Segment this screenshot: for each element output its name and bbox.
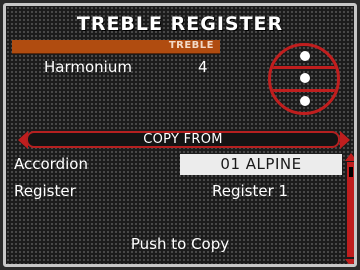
scroll-up-arrow-icon[interactable] [345,153,354,161]
reed-dot-icon [300,96,310,106]
symbol-divider-line [271,66,337,69]
current-register-name: Harmonium [44,58,132,76]
symbol-divider-line [271,89,337,92]
accordion-value-field[interactable]: 01 ALPINE [180,154,342,175]
page-title: TREBLE REGISTER [76,13,284,35]
reed-dot-icon [300,51,310,61]
scrollbar[interactable] [345,153,354,264]
accordion-label: Accordion [14,155,88,173]
reed-dot-icon [300,73,310,83]
scroll-thumb[interactable] [347,165,354,179]
copy-from-next-arrow-icon[interactable] [340,131,350,149]
push-to-copy-action[interactable]: Push to Copy [6,235,354,253]
section-tag-bar: TREBLE [12,40,220,54]
register-value-field[interactable]: Register 1 [212,182,288,200]
copy-from-selector[interactable]: COPY FROM [26,131,340,148]
treble-register-symbol-icon [268,43,340,115]
current-register-number: 4 [198,58,208,76]
section-tag-label: TREBLE [168,40,214,51]
scroll-down-arrow-icon[interactable] [345,259,354,264]
register-label: Register [14,182,76,200]
copy-from-label: COPY FROM [143,132,223,147]
display-screen: TREBLE REGISTER TREBLE Harmonium 4 COPY … [3,3,357,267]
